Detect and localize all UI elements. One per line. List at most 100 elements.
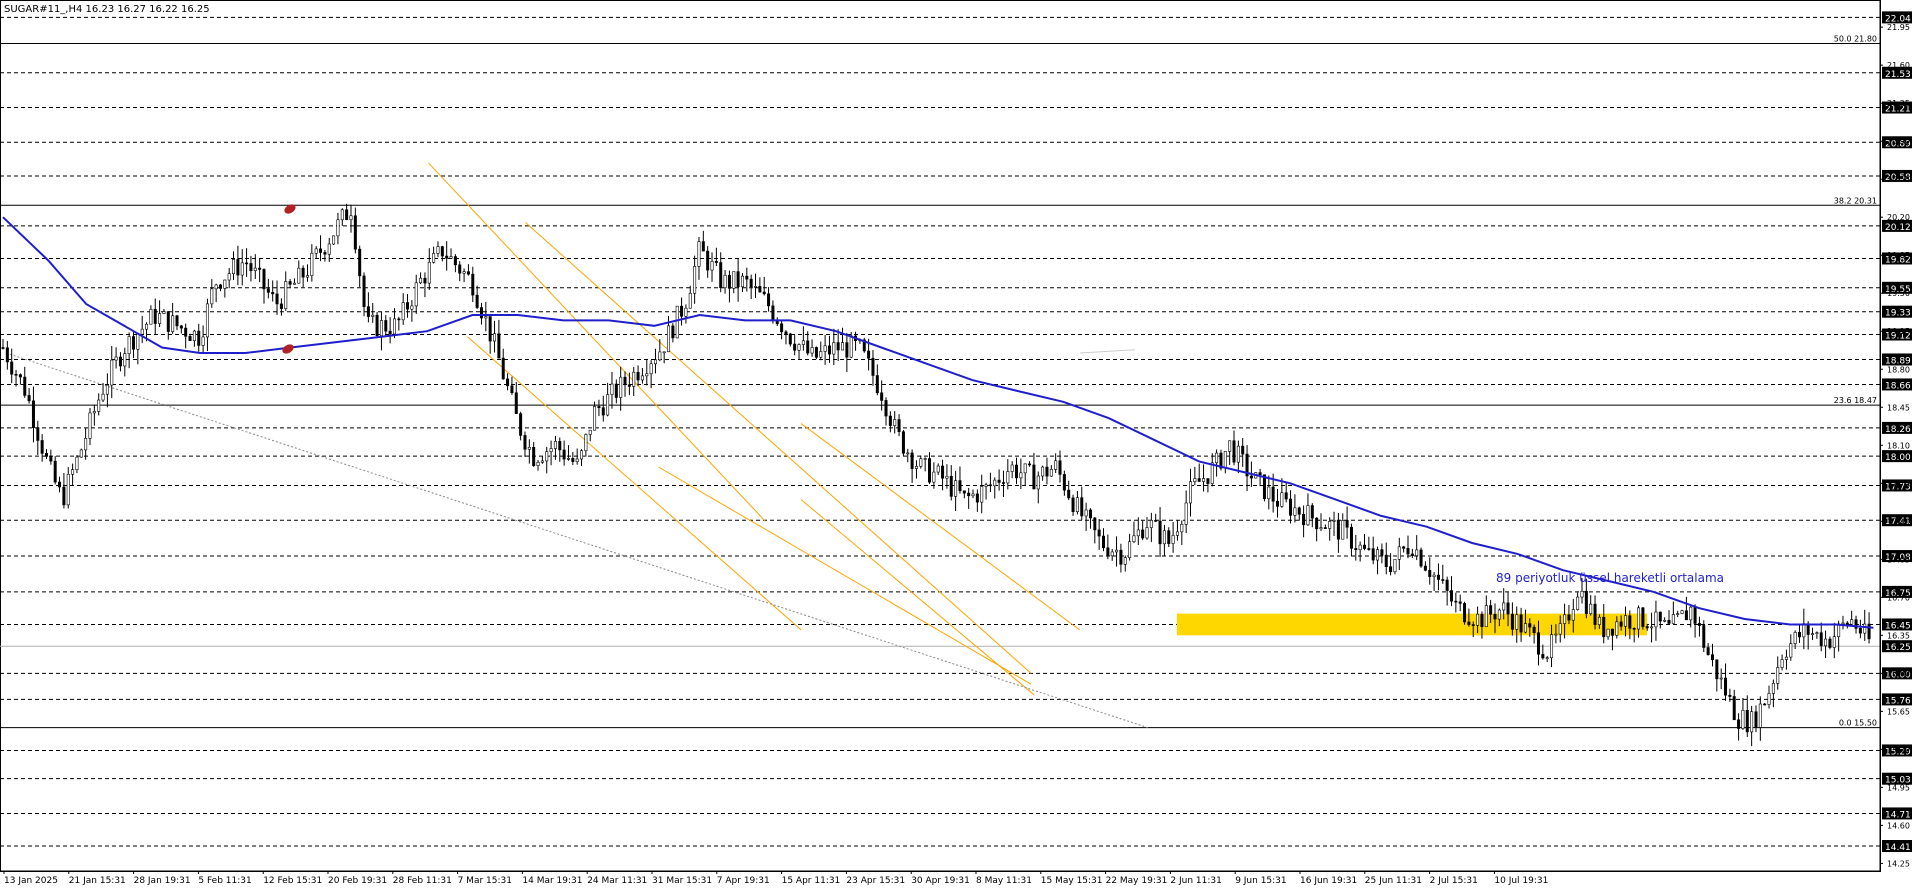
candle-body bbox=[1106, 547, 1110, 557]
candle-body bbox=[53, 460, 57, 483]
candle-body bbox=[675, 305, 679, 339]
candle-body bbox=[1745, 709, 1749, 733]
candle-body bbox=[410, 305, 414, 310]
candle-body bbox=[84, 438, 88, 451]
candle-body bbox=[506, 378, 510, 387]
candle-body bbox=[684, 307, 688, 317]
candle-body bbox=[980, 486, 984, 503]
candle-body bbox=[136, 333, 140, 350]
candle-body bbox=[249, 263, 253, 272]
candle-body bbox=[1319, 527, 1323, 530]
level-price-label: 14.41 bbox=[1885, 843, 1911, 853]
candle-body bbox=[553, 441, 557, 449]
candle-body bbox=[245, 262, 249, 265]
candle-body bbox=[1306, 505, 1310, 526]
candle-body bbox=[806, 340, 810, 354]
candle-body bbox=[471, 273, 475, 296]
candle-body bbox=[205, 303, 209, 338]
candle-body bbox=[1423, 565, 1427, 571]
candle-body bbox=[1345, 520, 1349, 528]
candle-body bbox=[1171, 535, 1175, 544]
x-tick-label: 15 May 15:31 bbox=[1041, 876, 1103, 886]
candle-body bbox=[392, 318, 396, 335]
candle-body bbox=[210, 288, 214, 305]
candle-body bbox=[936, 465, 940, 473]
candle-body bbox=[1841, 622, 1845, 625]
candle-body bbox=[632, 371, 636, 387]
y-tick-label: 19.50 bbox=[1887, 289, 1910, 298]
candle-body bbox=[962, 490, 966, 494]
candle-body bbox=[867, 350, 871, 359]
candle-body bbox=[836, 342, 840, 351]
candle-body bbox=[449, 256, 453, 259]
candle-body bbox=[406, 302, 410, 310]
candle-body bbox=[1315, 517, 1319, 530]
candle-body bbox=[149, 309, 153, 325]
candle-body bbox=[1110, 551, 1114, 557]
candle-body bbox=[719, 262, 723, 289]
candle-body bbox=[1623, 615, 1627, 627]
level-price-label: 14.71 bbox=[1885, 810, 1911, 820]
candle-body bbox=[1484, 605, 1488, 628]
candle-body bbox=[1650, 626, 1654, 629]
candle-body bbox=[1032, 464, 1036, 490]
candle-body bbox=[1589, 603, 1593, 614]
candle-body bbox=[18, 374, 22, 378]
candle-body bbox=[1680, 610, 1684, 614]
candle-body bbox=[1863, 623, 1867, 634]
candle-body bbox=[97, 399, 101, 412]
x-tick-label: 16 Jun 19:31 bbox=[1300, 876, 1357, 886]
candle-body bbox=[1332, 520, 1336, 522]
candle-body bbox=[384, 320, 388, 332]
candle-body bbox=[201, 336, 205, 346]
candle-body bbox=[1349, 526, 1353, 549]
candle-body bbox=[932, 471, 936, 483]
candle-body bbox=[1519, 614, 1523, 633]
candle-body bbox=[1249, 475, 1253, 479]
candle-body bbox=[832, 342, 836, 355]
candle-body bbox=[1632, 628, 1636, 630]
candle-body bbox=[1202, 478, 1206, 482]
candle-body bbox=[584, 434, 588, 452]
candle-body bbox=[662, 351, 666, 354]
candle-body bbox=[1506, 602, 1510, 615]
candle-body bbox=[101, 393, 105, 401]
candle-body bbox=[175, 315, 179, 327]
candle-body bbox=[1489, 605, 1493, 615]
x-tick-label: 2 Jul 15:31 bbox=[1430, 876, 1478, 886]
candle-body bbox=[545, 451, 549, 462]
candle-body bbox=[1419, 549, 1423, 567]
candle-body bbox=[105, 384, 109, 395]
candle-body bbox=[358, 248, 362, 277]
candle-body bbox=[58, 481, 62, 488]
level-price-label: 15.76 bbox=[1885, 696, 1911, 706]
candle-body bbox=[749, 278, 753, 287]
candle-body bbox=[184, 327, 188, 337]
y-tick-label: 18.45 bbox=[1887, 403, 1910, 412]
candle-body bbox=[923, 458, 927, 460]
candle-body bbox=[110, 359, 114, 386]
candle-body bbox=[736, 271, 740, 288]
candle-body bbox=[401, 302, 405, 321]
candle-body bbox=[1119, 549, 1123, 565]
y-tick-label: 17.05 bbox=[1887, 555, 1910, 564]
candle-body bbox=[236, 259, 240, 276]
candle-body bbox=[797, 344, 801, 351]
candle-body bbox=[949, 475, 953, 497]
candle-body bbox=[710, 261, 714, 271]
candle-body bbox=[1689, 606, 1693, 621]
candle-body bbox=[875, 375, 879, 394]
candle-body bbox=[1567, 614, 1571, 621]
candle-body bbox=[275, 293, 279, 305]
candle-body bbox=[1528, 623, 1532, 628]
candle-body bbox=[523, 435, 527, 450]
y-tick-label: 14.60 bbox=[1887, 821, 1910, 830]
candle-body bbox=[36, 427, 40, 441]
candle-body bbox=[262, 269, 266, 290]
candle-body bbox=[49, 456, 53, 462]
candle-body bbox=[906, 452, 910, 455]
candle-body bbox=[1737, 719, 1741, 729]
candle-body bbox=[27, 395, 31, 402]
candle-body bbox=[66, 473, 70, 506]
candle-body bbox=[732, 271, 736, 289]
